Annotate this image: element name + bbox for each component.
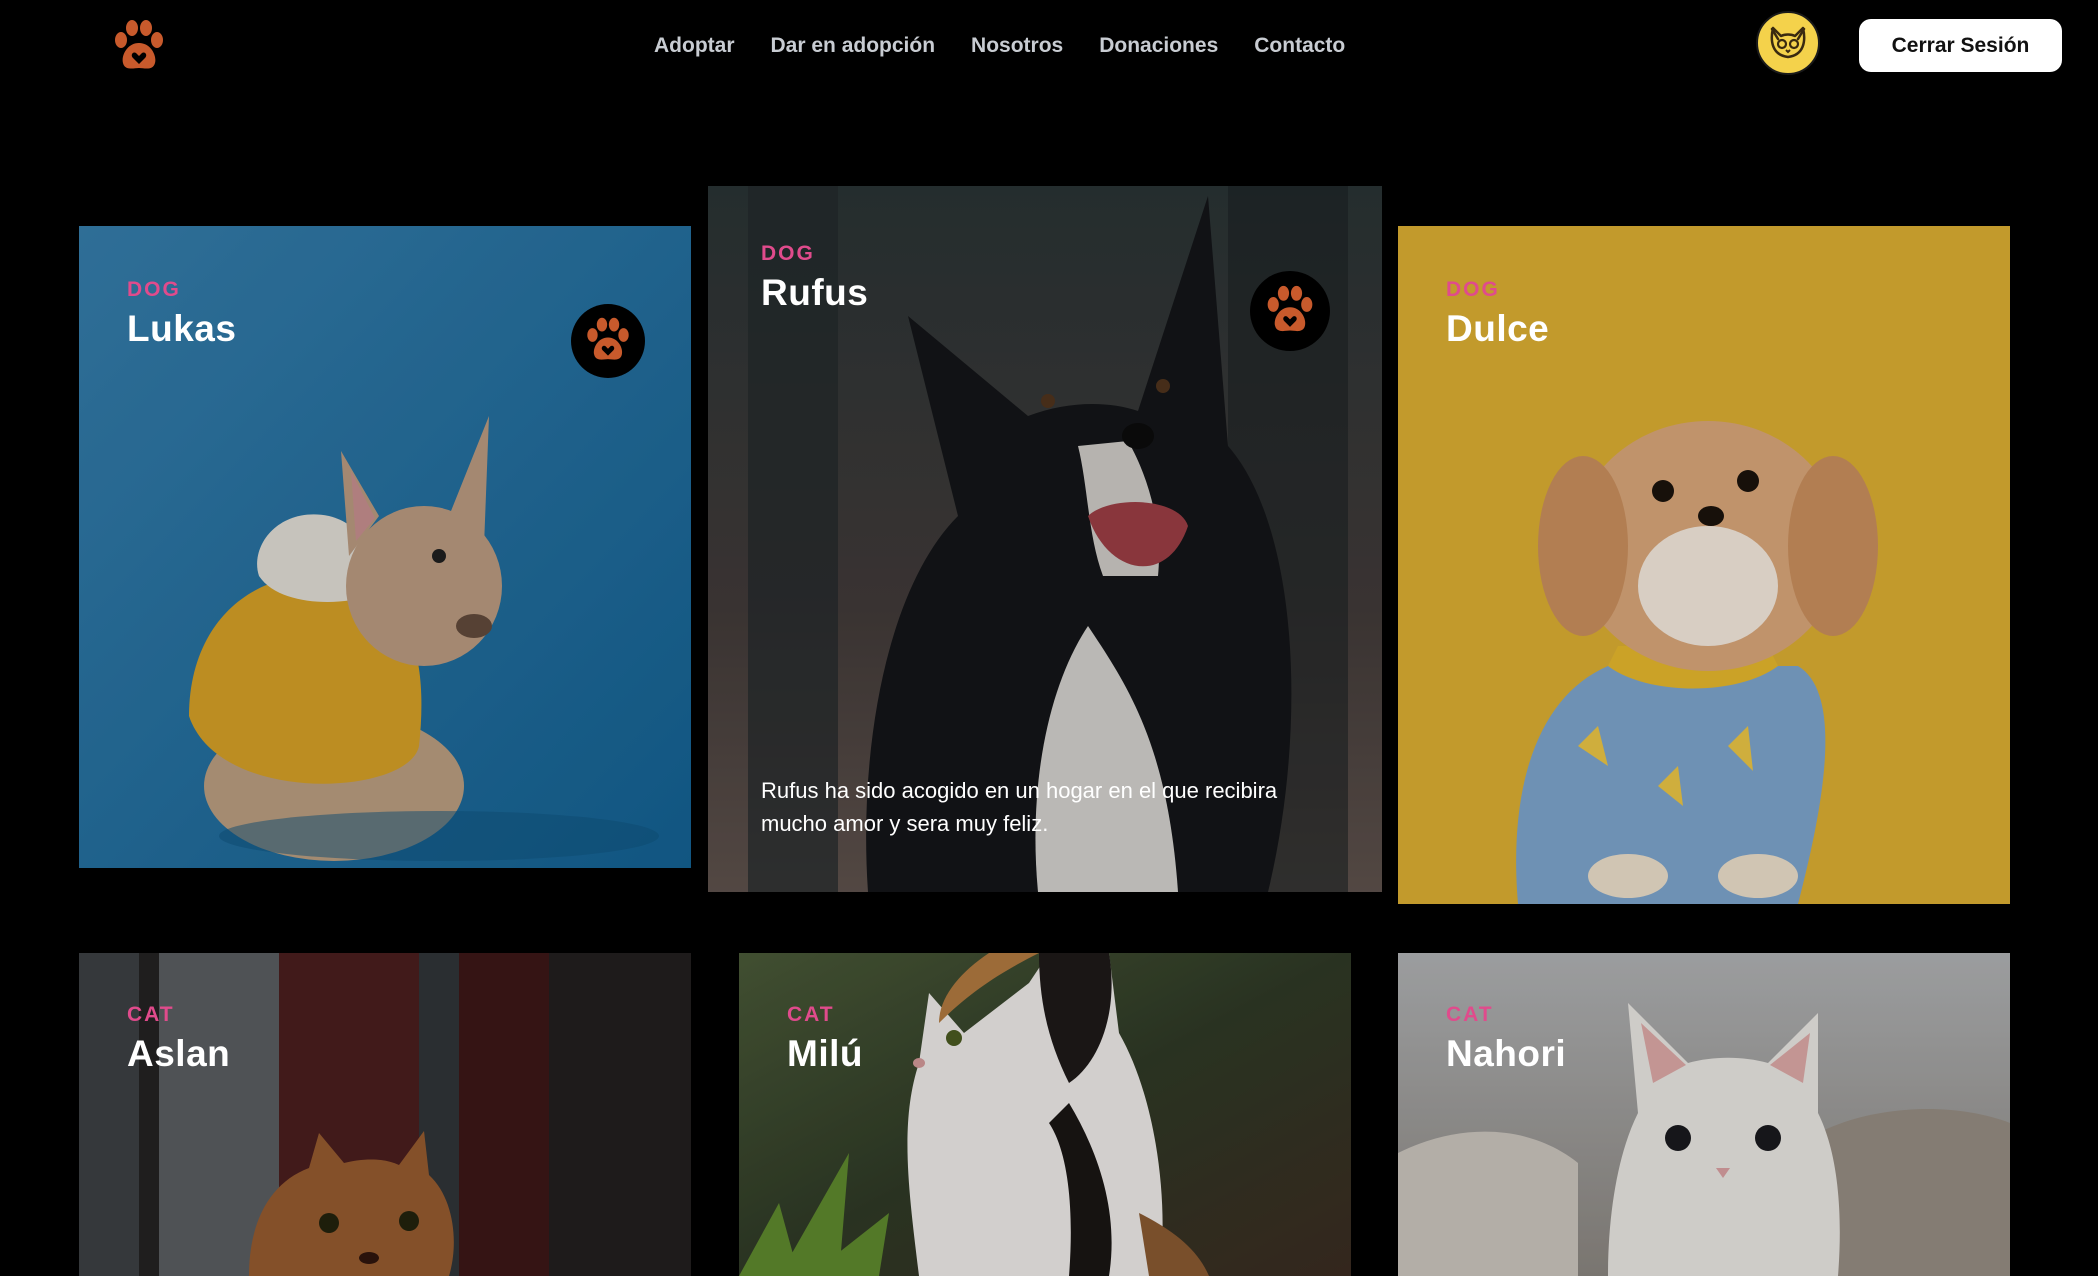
- nav-link-contacto[interactable]: Contacto: [1254, 30, 1345, 62]
- pet-type-label: DOG: [1446, 278, 1500, 301]
- card-overlay: [79, 953, 691, 1276]
- pet-card-aslan[interactable]: CAT Aslan: [79, 953, 691, 1276]
- pet-name: Dulce: [1446, 308, 1550, 349]
- pet-card-rufus[interactable]: DOG Rufus Rufus ha sido acogido en un ho…: [708, 186, 1382, 892]
- paw-heart-icon: [587, 317, 629, 360]
- nav-link-nosotros[interactable]: Nosotros: [971, 30, 1063, 62]
- pet-type-label: CAT: [1446, 1003, 1494, 1026]
- nav-link-adoptar[interactable]: Adoptar: [654, 30, 735, 62]
- pet-name: Aslan: [127, 1033, 231, 1074]
- pet-card-nahori[interactable]: CAT Nahori: [1398, 953, 2010, 1276]
- favorite-button[interactable]: [1250, 271, 1330, 351]
- main-nav: Adoptar Dar en adopción Nosotros Donacio…: [654, 30, 1381, 62]
- pet-name: Milú: [787, 1033, 863, 1074]
- cat-face-icon: [1770, 26, 1806, 59]
- paw-heart-icon: [1267, 285, 1313, 332]
- pet-name: Rufus: [761, 272, 869, 313]
- pet-type-label: DOG: [127, 278, 181, 301]
- pet-card-milu[interactable]: CAT Milú: [739, 953, 1351, 1276]
- nav-link-dar-en-adopcion[interactable]: Dar en adopción: [771, 30, 936, 62]
- pet-name: Lukas: [127, 308, 237, 349]
- paw-logo-icon[interactable]: [110, 18, 168, 76]
- pet-type-label: DOG: [761, 242, 815, 265]
- user-avatar[interactable]: [1756, 11, 1820, 75]
- pet-card-lukas[interactable]: DOG Lukas: [79, 226, 691, 868]
- logout-button[interactable]: Cerrar Sesión: [1859, 19, 2062, 72]
- pet-type-label: CAT: [127, 1003, 175, 1026]
- pet-name: Nahori: [1446, 1033, 1567, 1074]
- pet-description: Rufus ha sido acogido en un hogar en el …: [761, 778, 1278, 836]
- page: Adoptar Dar en adopción Nosotros Donacio…: [0, 0, 2098, 1276]
- favorite-button[interactable]: [571, 304, 645, 378]
- nav-link-donaciones[interactable]: Donaciones: [1099, 30, 1218, 62]
- card-overlay: [739, 953, 1351, 1276]
- pet-type-label: CAT: [787, 1003, 835, 1026]
- card-overlay: [1398, 953, 2010, 1276]
- pet-card-dulce[interactable]: DOG Dulce: [1398, 226, 2010, 904]
